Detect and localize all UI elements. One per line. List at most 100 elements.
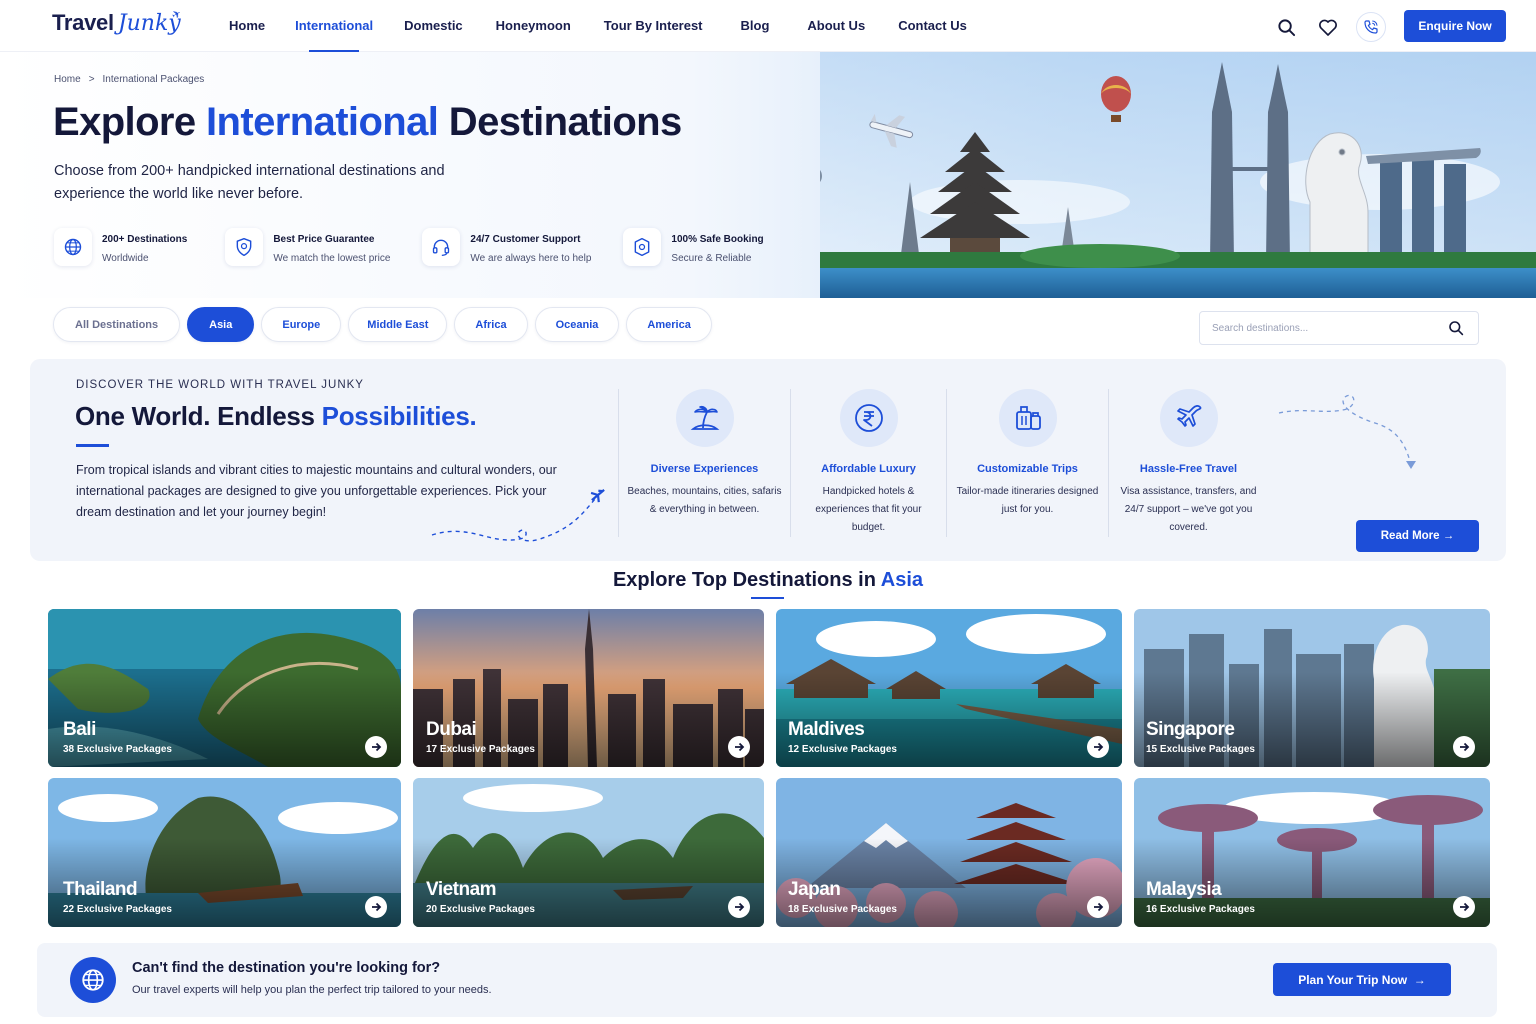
pillar-hassle-free: Hassle-Free Travel Visa assistance, tran… [1108, 389, 1268, 537]
feature-support: 24/7 Customer Support We are always here … [422, 228, 591, 266]
feature-destinations: 200+ Destinations Worldwide [54, 228, 187, 266]
hero-section: Home > International Packages Explore In… [0, 52, 1536, 298]
nav-about-us[interactable]: About Us [807, 0, 865, 52]
feature-title: Best Price Guarantee [273, 234, 375, 245]
destination-name: Malaysia [1146, 879, 1222, 900]
heart-icon[interactable] [1314, 13, 1342, 41]
destination-card-dubai[interactable]: Dubai 17 Exclusive Packages [413, 609, 764, 767]
breadcrumb-current: International Packages [102, 74, 205, 85]
arrow-right-icon[interactable] [365, 736, 387, 758]
destination-packages: 15 Exclusive Packages [1146, 744, 1255, 755]
cta-title: Can't find the destination you're lookin… [132, 960, 441, 976]
destination-name: Vietnam [426, 879, 497, 900]
plan-trip-label: Plan Your Trip Now [1298, 972, 1408, 987]
destination-card-singapore[interactable]: Singapore 15 Exclusive Packages [1134, 609, 1490, 767]
top-navbar: Travel Junky ✈ Home International Domest… [0, 0, 1536, 52]
arrow-right-icon: → [1442, 530, 1455, 542]
chip-all-destinations[interactable]: All Destinations [53, 307, 181, 342]
hero-skyline-illustration [820, 52, 1536, 298]
cta-desc: Our travel experts will help you plan th… [132, 984, 492, 996]
section-title-part1: Explore Top Destinations in [612, 569, 876, 591]
brand-name-part1: Travel [52, 10, 114, 35]
brand-logo[interactable]: Travel Junky ✈ [52, 7, 184, 36]
destination-name: Dubai [426, 719, 477, 740]
destination-packages: 38 Exclusive Packages [63, 744, 172, 755]
search-icon[interactable] [1272, 13, 1300, 41]
info-title-part1: One World. Endless [75, 401, 315, 431]
title-part2: Destinations [448, 100, 682, 144]
arrow-right-icon[interactable] [728, 896, 750, 918]
destination-packages: 12 Exclusive Packages [788, 744, 897, 755]
arrow-right-icon[interactable] [365, 896, 387, 918]
phone-icon[interactable] [1356, 12, 1386, 42]
destination-packages: 20 Exclusive Packages [426, 904, 535, 915]
enquire-now-button[interactable]: Enquire Now [1404, 10, 1506, 42]
nav-contact-us[interactable]: Contact Us [898, 0, 967, 52]
destination-name: Maldives [788, 719, 865, 740]
chip-oceania[interactable]: Oceania [534, 307, 620, 342]
destination-card-thailand[interactable]: Thailand 22 Exclusive Packages [48, 778, 401, 927]
feature-desc: We are always here to help [470, 253, 592, 264]
shield-icon [225, 228, 264, 266]
secure-icon [623, 228, 662, 266]
destination-card-japan[interactable]: Japan 18 Exclusive Packages [776, 778, 1122, 927]
arrow-right-icon[interactable] [728, 736, 750, 758]
read-more-button[interactable]: Read More → [1356, 520, 1479, 552]
chip-africa[interactable]: Africa [454, 307, 528, 342]
feature-desc: Secure & Reliable [671, 253, 752, 264]
info-panel: DISCOVER THE WORLD WITH TRAVEL JUNKY One… [30, 359, 1506, 561]
globe-icon [70, 957, 116, 1003]
destination-name: Japan [788, 879, 841, 900]
destination-card-malaysia[interactable]: Malaysia 16 Exclusive Packages [1134, 778, 1490, 927]
pillar-title: Customizable Trips [977, 463, 1078, 475]
airplane-icon [1159, 389, 1218, 447]
destination-card-maldives[interactable]: Maldives 12 Exclusive Packages [776, 609, 1122, 767]
chip-asia[interactable]: Asia [187, 307, 255, 342]
search-input[interactable] [1212, 312, 1432, 344]
pillar-desc: Visa assistance, transfers, and 24/7 sup… [1120, 486, 1257, 533]
arrow-right-icon[interactable] [1453, 736, 1475, 758]
benefit-pillars: Diverse Experiences Beaches, mountains, … [618, 389, 1268, 537]
rupee-icon [839, 389, 898, 447]
nav-domestic[interactable]: Domestic [404, 0, 463, 52]
chip-middle-east[interactable]: Middle East [348, 307, 448, 342]
island-icon [675, 389, 734, 447]
luggage-icon [998, 389, 1057, 447]
nav-blog[interactable]: Blog [741, 0, 770, 52]
hero-features: 200+ Destinations Worldwide Best Price Gu… [54, 228, 794, 266]
nav-international[interactable]: International [295, 0, 373, 52]
page-title: Explore International Destinations [53, 100, 682, 145]
breadcrumb-home[interactable]: Home [54, 74, 81, 85]
globe-icon [54, 228, 92, 266]
destinations-section-title: Explore Top Destinations in Asia [0, 569, 1536, 592]
read-more-label: Read More [1380, 530, 1440, 542]
chip-europe[interactable]: Europe [261, 307, 342, 342]
chip-america[interactable]: America [626, 307, 712, 342]
info-eyebrow: DISCOVER THE WORLD WITH TRAVEL JUNKY [76, 379, 364, 391]
breadcrumb: Home > International Packages [54, 74, 204, 85]
arrow-right-icon: → [1413, 972, 1426, 987]
destination-card-bali[interactable]: Bali 38 Exclusive Packages [48, 609, 401, 767]
plan-trip-banner: Can't find the destination you're lookin… [37, 943, 1497, 1017]
pillar-title: Diverse Experiences [650, 463, 759, 475]
arrow-right-icon[interactable] [1087, 896, 1109, 918]
title-part1: Explore [53, 100, 196, 144]
arrow-right-icon[interactable] [1087, 736, 1109, 758]
destination-search [1199, 311, 1479, 345]
feature-title: 200+ Destinations [102, 234, 188, 245]
pillar-customizable: Customizable Trips Tailor-made itinerari… [946, 389, 1108, 537]
arrow-right-icon[interactable] [1453, 896, 1475, 918]
plan-your-trip-button[interactable]: Plan Your Trip Now → [1273, 963, 1451, 996]
headset-icon [422, 228, 461, 266]
pillar-desc: Tailor-made itineraries designed just fo… [956, 486, 1099, 515]
nav-honeymoon[interactable]: Honeymoon [496, 0, 571, 52]
nav-tour-by-interest[interactable]: Tour By Interest [604, 0, 703, 52]
dashed-path-plane-icon [431, 489, 605, 542]
destination-card-vietnam[interactable]: Vietnam 20 Exclusive Packages [413, 778, 764, 927]
pillar-desc: Handpicked hotels & experiences that fit… [815, 486, 922, 533]
destination-packages: 16 Exclusive Packages [1146, 904, 1255, 915]
pillar-title: Hassle-Free Travel [1139, 463, 1238, 475]
nav-home[interactable]: Home [229, 0, 265, 52]
feature-desc: We match the lowest price [273, 253, 391, 264]
search-icon[interactable] [1448, 320, 1464, 341]
